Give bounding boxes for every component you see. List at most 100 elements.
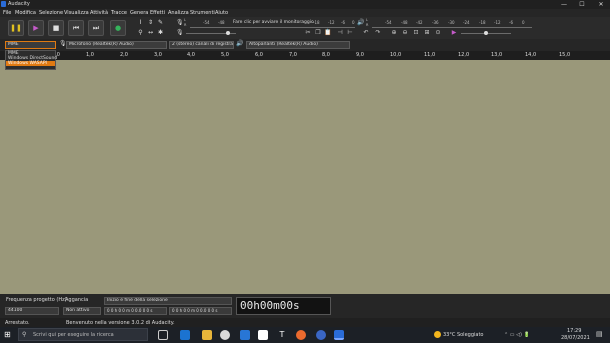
- redo-icon[interactable]: ↷: [374, 29, 382, 37]
- menu-file[interactable]: File: [3, 10, 11, 16]
- playback-tick: -18: [479, 20, 486, 25]
- playback-tick: -6: [509, 20, 513, 25]
- file-explorer-icon[interactable]: [202, 330, 212, 340]
- play-button[interactable]: ▶: [28, 20, 44, 36]
- menu-selezione[interactable]: Selezione: [39, 10, 63, 16]
- typora-icon[interactable]: T: [277, 330, 287, 340]
- trim-icon[interactable]: ⊣: [336, 29, 344, 37]
- menu-tracce[interactable]: Tracce: [111, 10, 127, 16]
- menu-genera[interactable]: Genera: [130, 10, 148, 16]
- playback-meter-r: R: [366, 23, 369, 27]
- audacity-logo-icon: [1, 1, 6, 7]
- record-tick: -6: [341, 20, 345, 25]
- app-icon[interactable]: [316, 330, 326, 340]
- record-tick: -48: [218, 20, 225, 25]
- menu-modifica[interactable]: Modifica: [15, 10, 36, 16]
- zoom-in-icon[interactable]: ⊕: [390, 29, 398, 37]
- record-tick: -12: [328, 20, 335, 25]
- selection-mode-select[interactable]: Inizio e fine della selezione: [104, 297, 232, 305]
- menu-aiuto[interactable]: Aiuto: [215, 10, 228, 16]
- timeline-ruler[interactable]: 0,0 1,0 2,0 3,0 4,0 5,0 6,0 7,0 8,0 9,0 …: [0, 51, 610, 60]
- stop-button[interactable]: ■: [48, 20, 64, 36]
- ruler-tick: 13,0: [491, 52, 503, 58]
- record-meter-prompt[interactable]: Fare clic per avviare il monitoraggio: [233, 20, 314, 25]
- ruler-tick: 11,0: [424, 52, 436, 58]
- menu-bar: File Modifica Selezione Visualizza Attiv…: [0, 9, 610, 17]
- skip-to-start-button[interactable]: ⏮: [68, 20, 84, 36]
- ruler-tick: 14,0: [525, 52, 537, 58]
- record-volume-handle[interactable]: [226, 31, 230, 35]
- microphone-icon[interactable]: 🎙: [176, 19, 184, 27]
- draw-tool-icon[interactable]: ✎: [157, 19, 164, 26]
- timeshift-tool-icon[interactable]: ↔: [147, 29, 154, 36]
- audacity-taskbar-icon[interactable]: [334, 330, 344, 340]
- track-area[interactable]: [0, 60, 610, 294]
- playback-tick: -30: [448, 20, 455, 25]
- ruler-tick: 10,0: [390, 52, 402, 58]
- app-icon[interactable]: [296, 330, 306, 340]
- ruler-tick: 5,0: [221, 52, 229, 58]
- close-button[interactable]: ✕: [593, 0, 609, 9]
- ruler-tick: 7,0: [289, 52, 297, 58]
- taskbar-search-box[interactable]: ⚲ Scrivi qui per eseguire la ricerca: [18, 328, 148, 341]
- ruler-tick: 1,0: [86, 52, 94, 58]
- weather-text[interactable]: 33°C Soleggiato: [443, 332, 483, 338]
- chrome-icon[interactable]: [220, 330, 230, 340]
- pause-button[interactable]: ❚❚: [8, 20, 24, 36]
- silence-icon[interactable]: ⊢: [346, 29, 354, 37]
- ruler-tick: 8,0: [322, 52, 330, 58]
- recording-channels-select[interactable]: 2 (stereo) canali di registraz: [169, 41, 234, 49]
- playback-device-select[interactable]: Altoparlanti (Realtek(R) Audio): [246, 41, 350, 49]
- menu-strumenti[interactable]: Strumenti: [190, 10, 215, 16]
- fit-selection-icon[interactable]: ⊡: [412, 29, 420, 37]
- zoom-out-icon[interactable]: ⊖: [401, 29, 409, 37]
- skip-to-end-button[interactable]: ⏭: [88, 20, 104, 36]
- clock-date: 28/07/2021: [561, 335, 590, 341]
- search-icon: ⚲: [22, 331, 27, 338]
- menu-visualizza[interactable]: Visualizza: [64, 10, 89, 16]
- selection-tool-icon[interactable]: I: [137, 19, 144, 26]
- playback-meter-bar[interactable]: [372, 27, 532, 28]
- play-at-speed-icon[interactable]: ▶: [450, 29, 458, 37]
- recording-device-select[interactable]: Microfono (Realtek(R) Audio): [66, 41, 167, 49]
- envelope-tool-icon[interactable]: ⇕: [147, 19, 154, 26]
- notifications-icon[interactable]: ▤: [596, 330, 604, 338]
- selection-start-time[interactable]: 0 0 h 0 0 m 0 0.0 0 0 s: [104, 307, 167, 315]
- system-tray-icons[interactable]: ⌃ ▭ ◁) 🔋: [504, 332, 530, 338]
- zoom-toggle-icon[interactable]: ⊙: [434, 29, 442, 37]
- fit-project-icon[interactable]: ⊞: [423, 29, 431, 37]
- copy-icon[interactable]: ❐: [314, 29, 322, 37]
- windows-start-icon[interactable]: ⊞: [4, 330, 13, 339]
- audio-host-select[interactable]: MME: [5, 41, 56, 49]
- minimize-button[interactable]: —: [556, 0, 572, 9]
- cut-icon[interactable]: ✂: [304, 29, 312, 37]
- ruler-tick: 2,0: [120, 52, 128, 58]
- undo-icon[interactable]: ↶: [362, 29, 370, 37]
- record-button[interactable]: ●: [110, 20, 126, 36]
- maximize-button[interactable]: ☐: [574, 0, 590, 9]
- snap-select[interactable]: Non attivo: [63, 307, 101, 315]
- playback-tick: -48: [401, 20, 408, 25]
- project-rate-select[interactable]: 44100: [5, 307, 59, 315]
- host-option-wasapi[interactable]: Windows WASAPI: [6, 61, 55, 66]
- zoom-tool-icon[interactable]: ⚲: [137, 29, 144, 36]
- selection-end-time[interactable]: 0 0 h 0 0 m 0 0.0 0 0 s: [169, 307, 232, 315]
- edge-browser-icon[interactable]: [180, 330, 190, 340]
- record-meter-bar[interactable]: [190, 27, 355, 28]
- status-state: Arrestato.: [5, 320, 30, 326]
- status-message: Benvenuto nella versione 3.0.2 di Audaci…: [66, 320, 175, 326]
- audio-position-display[interactable]: 00h00m00s: [236, 297, 331, 315]
- playback-tick: -24: [463, 20, 470, 25]
- menu-effetti[interactable]: Effetti: [150, 10, 165, 16]
- title-bar: Audacity — ☐ ✕: [0, 0, 610, 9]
- multi-tool-icon[interactable]: ✱: [157, 29, 164, 36]
- menu-attivita[interactable]: Attività: [90, 10, 108, 16]
- play-speed-handle[interactable]: [484, 31, 488, 35]
- store-icon[interactable]: [258, 330, 268, 340]
- mail-icon[interactable]: [240, 330, 250, 340]
- menu-analizza[interactable]: Analizza: [168, 10, 189, 16]
- task-view-icon[interactable]: [158, 330, 168, 340]
- playback-tick: -42: [416, 20, 423, 25]
- speaker-icon[interactable]: 🔊: [357, 19, 364, 27]
- paste-icon[interactable]: 📋: [324, 29, 332, 37]
